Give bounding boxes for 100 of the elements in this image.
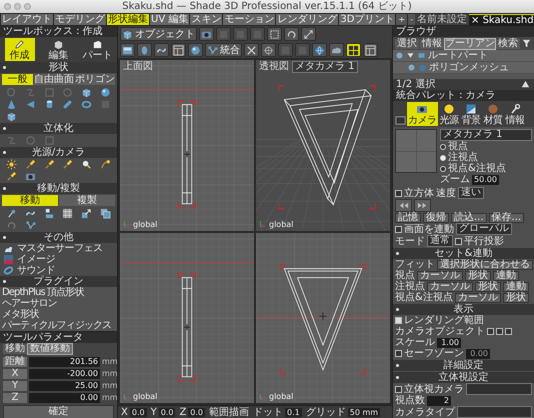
toolbar-button[interactable] — [120, 43, 135, 57]
parameter-tab[interactable]: 移動 — [3, 344, 27, 354]
arrow-up-icon[interactable] — [520, 79, 531, 90]
checkbox[interactable] — [395, 226, 402, 232]
torus-icon[interactable] — [81, 99, 92, 110]
spotlight-icon[interactable] — [6, 171, 17, 182]
checkbox[interactable] — [496, 328, 503, 335]
tool-item[interactable]: マスターサーフェス — [0, 243, 117, 254]
mode-tab[interactable]: スキン — [189, 14, 222, 25]
spotlight-icon[interactable] — [24, 159, 36, 170]
mode-tab[interactable]: UV 編集 — [149, 14, 190, 25]
camera-icon[interactable] — [24, 171, 36, 182]
triangle-down-icon[interactable] — [406, 51, 415, 60]
toolbar-button[interactable] — [312, 43, 327, 57]
radio-option[interactable]: 視点 — [440, 141, 532, 152]
dock-icon[interactable] — [395, 115, 406, 126]
camera-button[interactable]: 復帰 — [423, 212, 449, 222]
document-tab[interactable]: × Skaku.shd — [469, 14, 534, 26]
camera-button[interactable]: 連動 — [503, 282, 529, 292]
camera-dropdown[interactable]: メタカメラ 1 — [292, 61, 358, 73]
dropdown[interactable]: 速い — [458, 187, 484, 199]
toolbar-button[interactable] — [261, 43, 276, 57]
pin-icon[interactable] — [6, 208, 17, 219]
toolbar-button[interactable] — [346, 43, 361, 57]
document-tab[interactable]: 名前未設定 — [415, 14, 469, 25]
scale-icon[interactable] — [81, 208, 92, 219]
plugin-item[interactable]: ヘアーサロン — [0, 298, 117, 309]
toolbar-button[interactable] — [199, 27, 214, 41]
palette-tab[interactable]: 光源 — [438, 102, 460, 126]
tool-item[interactable]: サウンド — [0, 265, 117, 276]
checkbox[interactable] — [395, 317, 402, 324]
section-tab[interactable]: 一般 — [2, 74, 33, 85]
toolbar-button[interactable] — [137, 43, 152, 57]
value-field[interactable]: 0.00 — [466, 348, 490, 358]
toolbar-button[interactable] — [301, 27, 316, 41]
nodes-icon[interactable] — [24, 220, 36, 231]
value-field[interactable]: 0.00 — [29, 392, 100, 402]
camera-dropdown[interactable]: メタカメラ 1 — [440, 129, 532, 141]
mode-tab[interactable]: 形状編集 — [106, 14, 149, 25]
toolbar-button[interactable] — [188, 43, 203, 57]
browser-tab[interactable]: 検索 — [496, 38, 520, 48]
camera-button[interactable]: 形状 — [465, 270, 491, 280]
camera-button[interactable]: 読込... — [451, 212, 487, 222]
camera-button[interactable]: 形状 — [502, 292, 529, 302]
section-tab[interactable]: 複製 — [59, 195, 115, 206]
mode-tab[interactable]: モデリング — [53, 14, 106, 25]
tab-control-button[interactable]: - — [408, 14, 415, 25]
viewport[interactable]: global — [256, 232, 390, 403]
value-field[interactable]: 1.00 — [437, 338, 461, 348]
capsule-icon[interactable] — [62, 99, 74, 110]
mode-tab[interactable]: モーション — [222, 14, 276, 25]
palette-tab[interactable]: カメラ — [407, 102, 438, 126]
cube-icon[interactable] — [81, 87, 92, 98]
copy-icon[interactable] — [100, 208, 112, 219]
checkbox[interactable] — [395, 190, 402, 196]
mode-button[interactable]: 作成 — [4, 38, 34, 61]
radio-option[interactable]: 注視点 — [440, 152, 532, 163]
browser-tab[interactable]: 選択 — [395, 38, 419, 48]
mode-button[interactable]: 編集 — [44, 38, 74, 61]
forward-button[interactable] — [414, 199, 431, 212]
blocks-icon[interactable] — [44, 208, 55, 219]
camera-button[interactable]: 選択形状に合わせる — [437, 260, 533, 270]
checkbox[interactable] — [395, 386, 402, 392]
value-field[interactable]: 201.56 — [29, 356, 100, 366]
radio-option[interactable]: 視点&注視点 — [440, 163, 532, 174]
lamp-icon[interactable] — [100, 159, 112, 170]
section-header[interactable]: 立体化 — [0, 123, 117, 134]
toolbar-button[interactable] — [267, 27, 282, 41]
plugin-item[interactable]: メタ形状 — [0, 309, 117, 320]
rewind-button[interactable] — [395, 199, 412, 212]
palette-tab[interactable]: 材質 — [482, 102, 504, 126]
checkbox[interactable] — [505, 328, 512, 335]
tree-item[interactable]: ルートパート — [393, 50, 534, 62]
mode-tab[interactable]: レンダリング — [275, 14, 338, 25]
toolbar-button[interactable] — [244, 43, 259, 57]
confirm-button[interactable]: 確定 — [3, 405, 114, 418]
spotlight-icon[interactable] — [44, 159, 55, 170]
section-header[interactable]: その他 — [0, 232, 117, 243]
camera-button[interactable]: カーソル — [454, 292, 501, 302]
cone-icon[interactable] — [6, 99, 17, 110]
dropdown[interactable] — [466, 383, 532, 395]
mode-tab[interactable]: レイアウト — [1, 14, 53, 25]
bulb-icon[interactable] — [81, 159, 92, 170]
camera-button[interactable]: カーソル — [427, 282, 473, 292]
dropdown[interactable] — [457, 406, 532, 418]
spotlight-icon[interactable] — [62, 159, 74, 170]
value-field[interactable]: 50.00 — [472, 174, 499, 184]
viewport[interactable]: global — [120, 232, 254, 403]
camera-button[interactable]: 形状 — [475, 282, 501, 292]
toolbar-button[interactable]: 統合 — [205, 43, 242, 57]
camera-button[interactable]: 連動 — [493, 270, 519, 280]
toolbar-button[interactable] — [284, 27, 299, 41]
checkbox[interactable] — [395, 350, 402, 357]
section-header[interactable]: プラグイン — [0, 276, 117, 287]
tool-item[interactable]: イメージ — [0, 254, 117, 265]
sun-icon[interactable] — [6, 159, 17, 170]
section-header[interactable]: 形状 — [0, 62, 117, 73]
section-header[interactable]: 光源/カメラ — [0, 147, 117, 158]
toolbar-button[interactable] — [363, 43, 378, 57]
browser-tab[interactable]: 情報 — [420, 38, 444, 48]
